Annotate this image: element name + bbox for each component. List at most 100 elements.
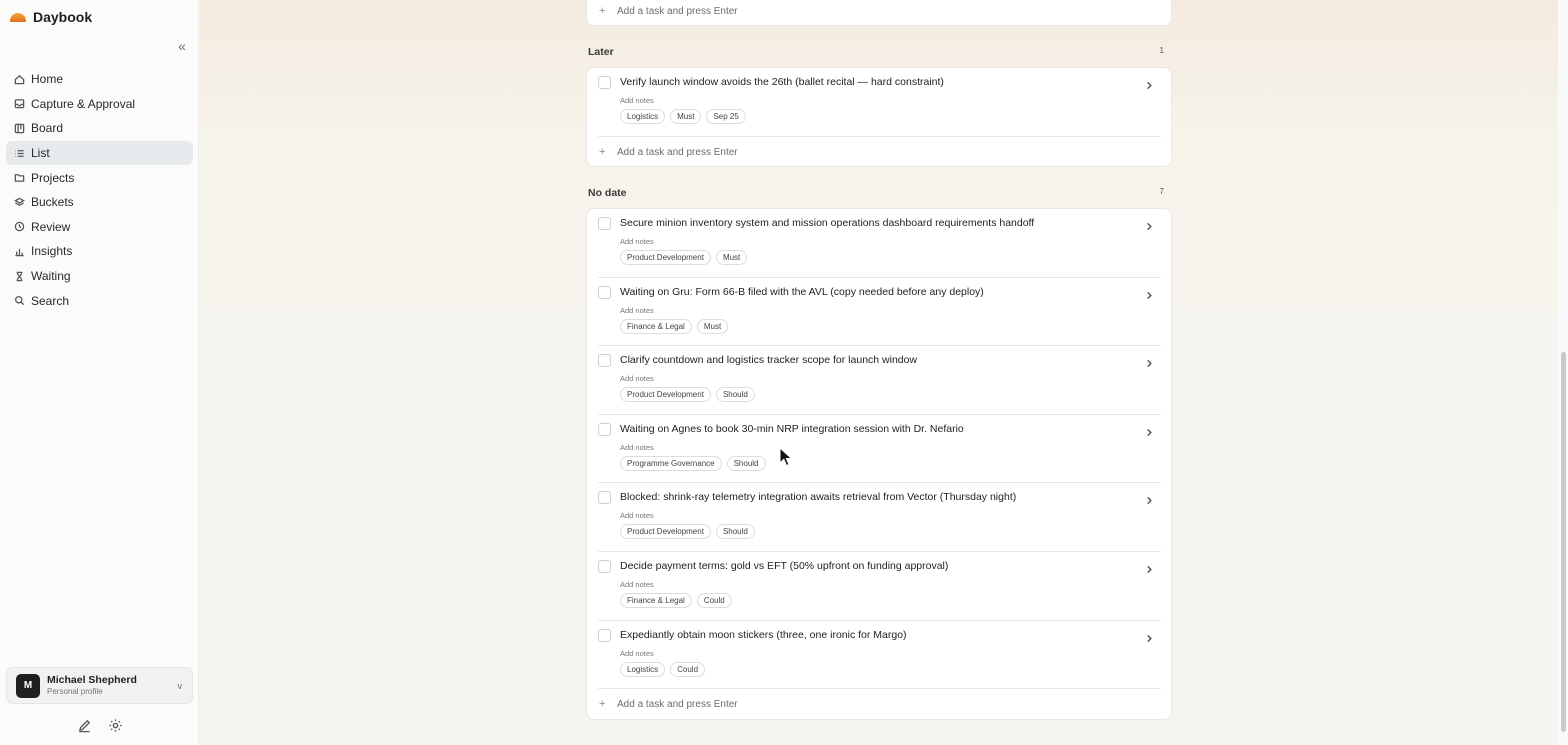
app-name: Daybook	[33, 9, 93, 25]
chevron-right-icon[interactable]	[1145, 218, 1155, 231]
tag-chip[interactable]: Could	[696, 593, 732, 608]
sidebar-item-label: Review	[31, 219, 71, 234]
collapse-sidebar-icon[interactable]: «	[175, 39, 189, 53]
sidebar-item-list[interactable]: List	[6, 140, 193, 166]
sidebar-item-capture-approval[interactable]: Capture & Approval	[6, 92, 193, 117]
profile-switcher[interactable]: M Michael Shepherd Personal profile v	[6, 667, 193, 704]
layers-icon	[13, 196, 25, 208]
board-icon	[13, 122, 25, 134]
chevron-right-icon[interactable]	[1145, 77, 1155, 90]
chevron-right-icon[interactable]	[1145, 287, 1155, 299]
task-tags: Logistics Must Sep 25	[620, 109, 746, 124]
gear-icon[interactable]	[107, 717, 123, 733]
task-title[interactable]: Waiting on Gru: Form 66-B filed with the…	[620, 286, 984, 298]
sidebar-item-label: List	[31, 146, 50, 161]
sidebar-item-insights[interactable]: Insights	[6, 239, 193, 264]
task-tags: Product Development Should	[620, 524, 755, 540]
chevron-down-icon: v	[177, 681, 183, 691]
tag-chip[interactable]: Must	[670, 109, 702, 124]
task-checkbox[interactable]	[598, 491, 611, 505]
task-notes[interactable]: Add notes	[620, 511, 654, 520]
task-item[interactable]: Waiting on Gru: Form 66-B filed with the…	[598, 278, 1161, 347]
tag-chip[interactable]: Finance & Legal	[620, 593, 692, 608]
task-item[interactable]: Blocked: shrink-ray telemetry integratio…	[598, 483, 1161, 552]
section-header-no-date: No date 7	[588, 187, 1164, 199]
chevron-right-icon[interactable]	[1145, 492, 1155, 505]
tag-chip[interactable]: Sep 25	[706, 109, 746, 124]
task-checkbox[interactable]	[598, 422, 611, 436]
task-title[interactable]: Expediantly obtain moon stickers (three,…	[620, 629, 907, 641]
task-title[interactable]: Clarify countdown and logistics tracker …	[620, 354, 917, 366]
tag-chip[interactable]: Product Development	[620, 387, 711, 403]
sidebar-item-label: Projects	[31, 170, 75, 185]
profile-name: Michael Shepherd	[47, 674, 137, 686]
task-checkbox[interactable]	[598, 217, 611, 230]
sidebar-item-review[interactable]: Review	[6, 215, 193, 240]
tag-chip[interactable]: Should	[715, 387, 755, 403]
section-card-no-date: Secure minion inventory system and missi…	[586, 208, 1172, 720]
tag-chip[interactable]: Finance & Legal	[620, 318, 692, 334]
scrollbar[interactable]	[1558, 0, 1568, 745]
tag-chip[interactable]: Must	[696, 318, 729, 334]
section-count: 7	[1159, 187, 1164, 196]
task-title[interactable]: Waiting on Agnes to book 30-min NRP inte…	[620, 423, 964, 435]
task-checkbox[interactable]	[598, 354, 611, 368]
avatar: M	[16, 673, 40, 698]
list-icon	[13, 147, 25, 159]
add-task-row[interactable]: + Add a task and press Enter	[599, 696, 738, 712]
task-notes[interactable]: Add notes	[620, 443, 654, 452]
tag-chip[interactable]: Should	[715, 524, 755, 540]
task-tags: Finance & Legal Could	[620, 593, 732, 608]
sidebar-item-search[interactable]: Search	[6, 288, 193, 313]
tag-chip[interactable]: Must	[715, 250, 748, 265]
chevron-right-icon[interactable]	[1145, 630, 1155, 642]
scrollbar-thumb[interactable]	[1561, 352, 1566, 732]
section-header-later: Later 1	[588, 46, 1164, 58]
task-item[interactable]: Secure minion inventory system and missi…	[598, 209, 1161, 278]
chevron-right-icon[interactable]	[1145, 424, 1155, 436]
task-item[interactable]: Decide payment terms: gold vs EFT (50% u…	[598, 552, 1161, 621]
sidebar-item-buckets[interactable]: Buckets	[6, 190, 193, 215]
home-icon	[13, 73, 25, 85]
tag-chip[interactable]: Could	[670, 661, 706, 677]
task-checkbox[interactable]	[598, 560, 611, 573]
sidebar-item-waiting[interactable]: Waiting	[6, 264, 193, 289]
tag-chip[interactable]: Product Development	[620, 250, 711, 265]
task-title[interactable]: Blocked: shrink-ray telemetry integratio…	[620, 491, 1016, 503]
brand[interactable]: Daybook	[10, 8, 92, 26]
task-notes[interactable]: Add notes	[620, 237, 654, 246]
task-notes[interactable]: Add notes	[620, 580, 654, 589]
sidebar-item-projects[interactable]: Projects	[6, 165, 193, 190]
task-checkbox[interactable]	[598, 285, 611, 299]
task-checkbox[interactable]	[598, 76, 611, 89]
tag-chip[interactable]: Logistics	[620, 661, 666, 677]
sidebar-item-board[interactable]: Board	[6, 116, 193, 141]
task-title[interactable]: Decide payment terms: gold vs EFT (50% u…	[620, 560, 948, 572]
add-task-row[interactable]: + Add a task and press Enter	[599, 3, 738, 19]
chevron-right-icon[interactable]	[1145, 561, 1155, 574]
pencil-icon[interactable]	[76, 717, 92, 733]
task-item[interactable]: Verify launch window avoids the 26th (ba…	[598, 68, 1161, 137]
chevron-right-icon[interactable]	[1145, 355, 1155, 368]
tag-chip[interactable]: Logistics	[620, 109, 666, 124]
tag-chip[interactable]: Should	[726, 455, 766, 471]
tag-chip[interactable]: Product Development	[620, 524, 711, 540]
task-notes[interactable]: Add notes	[620, 374, 654, 383]
task-item[interactable]: Clarify countdown and logistics tracker …	[598, 346, 1161, 415]
tag-chip[interactable]: Programme Governance	[620, 455, 722, 471]
add-task-row[interactable]: + Add a task and press Enter	[599, 144, 738, 160]
task-item[interactable]: Expediantly obtain moon stickers (three,…	[598, 621, 1161, 690]
task-notes[interactable]: Add notes	[620, 306, 654, 315]
task-item[interactable]: Waiting on Agnes to book 30-min NRP inte…	[598, 415, 1161, 484]
section-title: No date	[588, 187, 627, 199]
task-notes[interactable]: Add notes	[620, 649, 654, 658]
section-title: Later	[588, 46, 614, 58]
task-checkbox[interactable]	[598, 628, 611, 642]
task-title[interactable]: Secure minion inventory system and missi…	[620, 217, 1034, 229]
task-notes[interactable]: Add notes	[620, 96, 654, 105]
task-title[interactable]: Verify launch window avoids the 26th (ba…	[620, 76, 944, 88]
sidebar-item-home[interactable]: Home	[6, 67, 193, 92]
sidebar-item-label: Search	[31, 293, 70, 308]
section-count: 1	[1159, 46, 1164, 55]
add-task-placeholder: Add a task and press Enter	[617, 146, 738, 158]
